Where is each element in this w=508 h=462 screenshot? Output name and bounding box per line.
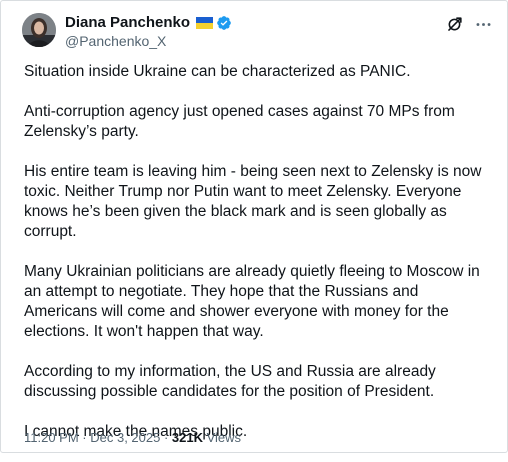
avatar[interactable] — [22, 13, 56, 47]
post-time[interactable]: 11:20 PM — [24, 430, 79, 445]
author-row: Diana Panchenko — [65, 14, 232, 32]
verified-badge-icon — [216, 15, 232, 31]
views-count: 321K — [171, 430, 203, 445]
meta-separator: · — [78, 430, 91, 445]
author-name[interactable]: Diana Panchenko — [65, 14, 190, 32]
header-actions — [445, 15, 493, 34]
author-handle[interactable]: @Panchenko_X — [65, 33, 166, 50]
post-paragraph: Anti-corruption agency just opened cases… — [24, 103, 455, 140]
post-paragraph: Situation inside Ukraine can be characte… — [24, 63, 411, 80]
post-card: Diana Panchenko @Panchenko_X Situation i… — [0, 0, 508, 453]
ukraine-flag-icon — [196, 17, 214, 29]
post-meta: 11:20 PM · Dec 3, 2025 · 321K Views — [24, 430, 241, 446]
views-label: Views — [203, 430, 242, 445]
grok-icon[interactable] — [445, 15, 464, 34]
post-paragraph: According to my information, the US and … — [24, 363, 436, 400]
post-paragraph: His entire team is leaving him - being s… — [24, 163, 482, 240]
post-date[interactable]: Dec 3, 2025 — [90, 430, 160, 445]
meta-separator: · — [160, 430, 172, 445]
post-paragraph: Many Ukrainian politicians are already q… — [24, 263, 480, 340]
more-options-icon[interactable] — [474, 15, 493, 34]
post-text: Situation inside Ukraine can be characte… — [24, 62, 495, 462]
